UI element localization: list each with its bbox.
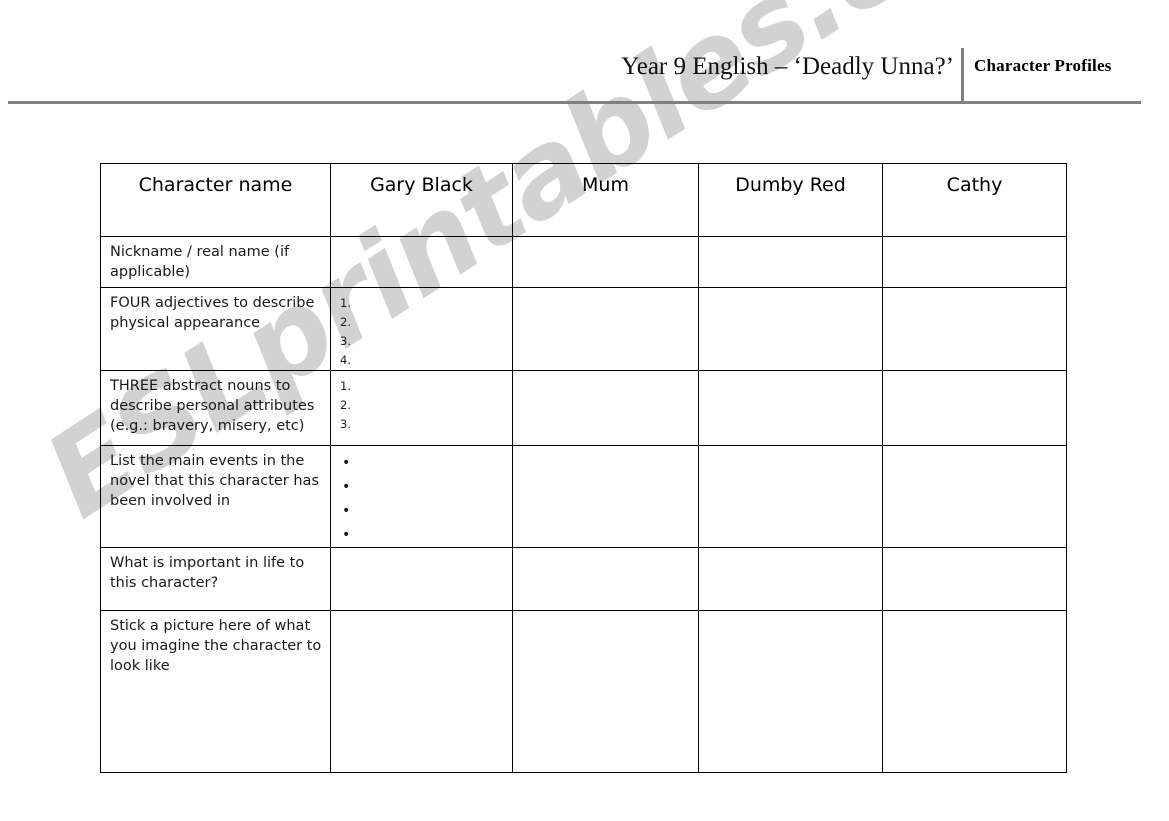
row-label-nickname: Nickname / real name (if applicable) [100, 236, 331, 288]
cell-events-mum[interactable] [512, 445, 699, 548]
cell-events-gary[interactable]: • • • • [330, 445, 513, 548]
cell-picture-gary[interactable] [330, 610, 513, 773]
table-row: Stick a picture here of what you imagine… [100, 610, 1067, 773]
column-header-character-name: Character name [100, 163, 331, 237]
worksheet-page: ESLprintables.com Year 9 English – ‘Dead… [0, 0, 1169, 821]
cell-important-mum[interactable] [512, 547, 699, 611]
row-label-what-is-important: What is important in life to this charac… [100, 547, 331, 611]
column-header-cathy: Cathy [882, 163, 1067, 237]
list-marker: 2. [340, 315, 351, 329]
cell-nouns-gary[interactable]: 1. 2. 3. [330, 370, 513, 446]
table-header-row: Character name Gary Black Mum Dumby Red … [100, 163, 1067, 237]
list-marker: 1. [340, 296, 351, 310]
cell-nickname-gary[interactable] [330, 236, 513, 288]
list-marker: • [342, 527, 351, 543]
numbered-placeholder-list: 1. 2. 3. 4. [331, 288, 512, 370]
cell-nouns-dumby[interactable] [698, 370, 883, 446]
list-marker: 1. [340, 379, 351, 393]
cell-adjectives-mum[interactable] [512, 287, 699, 371]
cell-adjectives-gary[interactable]: 1. 2. 3. 4. [330, 287, 513, 371]
cell-picture-mum[interactable] [512, 610, 699, 773]
cell-nouns-cathy[interactable] [882, 370, 1067, 446]
cell-adjectives-dumby[interactable] [698, 287, 883, 371]
cell-important-dumby[interactable] [698, 547, 883, 611]
cell-adjectives-cathy[interactable] [882, 287, 1067, 371]
cell-picture-dumby[interactable] [698, 610, 883, 773]
cell-nickname-cathy[interactable] [882, 236, 1067, 288]
cell-important-cathy[interactable] [882, 547, 1067, 611]
cell-picture-cathy[interactable] [882, 610, 1067, 773]
cell-important-gary[interactable] [330, 547, 513, 611]
header-divider [961, 48, 964, 103]
cell-nouns-mum[interactable] [512, 370, 699, 446]
numbered-placeholder-list: 1. 2. 3. [331, 371, 512, 434]
table-row: What is important in life to this charac… [100, 547, 1067, 611]
header-rule [8, 101, 1141, 104]
table-row: THREE abstract nouns to describe persona… [100, 370, 1067, 446]
bulleted-placeholder-list: • • • • [331, 446, 512, 547]
cell-events-cathy[interactable] [882, 445, 1067, 548]
row-label-stick-a-picture: Stick a picture here of what you imagine… [100, 610, 331, 773]
list-marker: 4. [340, 353, 351, 367]
list-marker: 3. [340, 417, 351, 431]
row-label-main-events: List the main events in the novel that t… [100, 445, 331, 548]
column-header-dumby-red: Dumby Red [698, 163, 883, 237]
row-label-three-abstract-nouns: THREE abstract nouns to describe persona… [100, 370, 331, 446]
cell-events-dumby[interactable] [698, 445, 883, 548]
row-label-four-adjectives: FOUR adjectives to describe physical app… [100, 287, 331, 371]
character-profile-table: Character name Gary Black Mum Dumby Red … [100, 163, 1067, 773]
list-marker: • [342, 503, 351, 519]
list-marker: 3. [340, 334, 351, 348]
list-marker: • [342, 479, 351, 495]
column-header-gary-black: Gary Black [330, 163, 513, 237]
page-subtitle: Character Profiles [974, 56, 1112, 75]
column-header-mum: Mum [512, 163, 699, 237]
list-marker: 2. [340, 398, 351, 412]
cell-nickname-dumby[interactable] [698, 236, 883, 288]
cell-nickname-mum[interactable] [512, 236, 699, 288]
table-row: FOUR adjectives to describe physical app… [100, 287, 1067, 371]
page-title: Year 9 English – ‘Deadly Unna?’ [621, 53, 954, 80]
document-header: Year 9 English – ‘Deadly Unna?’ Characte… [0, 40, 1169, 104]
list-marker: • [342, 455, 351, 471]
table-row: Nickname / real name (if applicable) [100, 236, 1067, 288]
table-row: List the main events in the novel that t… [100, 445, 1067, 548]
